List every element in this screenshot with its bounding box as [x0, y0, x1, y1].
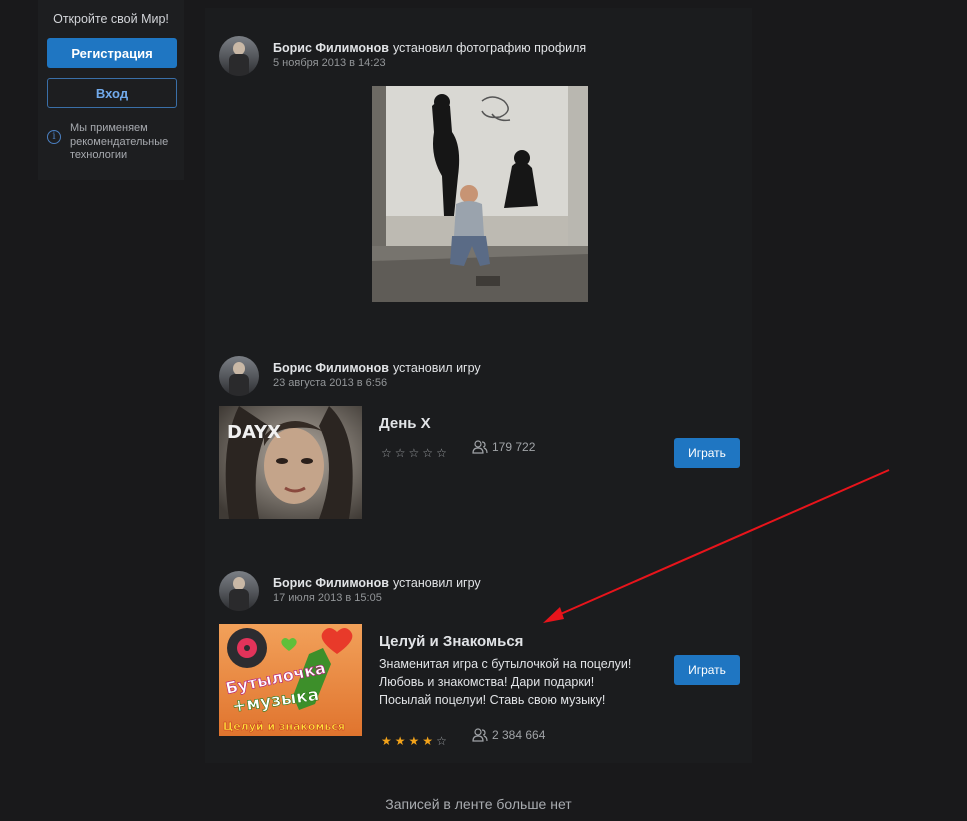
players-value: 179 722: [492, 440, 536, 454]
game-thumb-line3: Целуй и знакомься: [223, 720, 345, 733]
author-name[interactable]: Борис Филимонов: [273, 576, 389, 590]
description-line: Любовь и знакомства! Дари подарки!: [379, 675, 595, 689]
game-thumb-logo: DAYX: [227, 422, 281, 443]
game-title[interactable]: День X: [379, 415, 431, 432]
star-icon[interactable]: ★: [409, 734, 420, 748]
post-header: Борис Филимонов установил игру 23 августа…: [219, 356, 481, 396]
login-button[interactable]: Вход: [47, 78, 177, 108]
avatar[interactable]: [219, 36, 259, 76]
description-line: Посылай поцелуи! Ставь свою музыку!: [379, 693, 606, 707]
star-icon[interactable]: ★: [381, 734, 392, 748]
register-button[interactable]: Регистрация: [47, 38, 177, 68]
rating-stars[interactable]: ☆ ☆ ☆ ☆ ☆: [381, 446, 447, 460]
info-icon[interactable]: i: [47, 130, 61, 144]
avatar[interactable]: [219, 571, 259, 611]
post-date[interactable]: 5 ноября 2013 в 14:23: [273, 57, 586, 69]
players-value: 2 384 664: [492, 728, 546, 742]
post-header: Борис Филимонов установил фотографию проф…: [219, 36, 586, 76]
feed-post-game: Борис Филимонов установил игру 17 июля 20…: [205, 543, 752, 763]
feed-end-message: Записей в ленте больше нет: [385, 796, 572, 812]
users-icon: [472, 728, 488, 742]
star-icon[interactable]: ☆: [422, 446, 433, 460]
rating-stars[interactable]: ★ ★ ★ ★ ☆: [381, 734, 447, 748]
description-line: Знаменитая игра с бутылочкой на поцелуи!: [379, 657, 632, 671]
post-date[interactable]: 17 июля 2013 в 15:05: [273, 592, 481, 604]
sidebar: Откройте свой Мир! Регистрация Вход i Мы…: [38, 0, 184, 180]
players-count: 179 722: [472, 440, 535, 454]
players-count: 2 384 664: [472, 728, 545, 742]
star-icon[interactable]: ☆: [395, 446, 406, 460]
play-button[interactable]: Играть: [674, 655, 740, 685]
feed-post-game: Борис Филимонов установил игру 23 августа…: [205, 328, 752, 543]
users-icon: [472, 440, 488, 454]
post-action: установил фотографию профиля: [392, 41, 587, 55]
feed-post-photo: Борис Филимонов установил фотографию проф…: [205, 8, 752, 328]
star-icon[interactable]: ☆: [436, 446, 447, 460]
author-name[interactable]: Борис Филимонов: [273, 41, 389, 55]
avatar[interactable]: [219, 356, 259, 396]
sidebar-title: Откройте свой Мир!: [53, 12, 169, 26]
recommendation-info: i Мы применяем рекомендательные технолог…: [47, 122, 175, 163]
game-description: Знаменитая игра с бутылочкой на поцелуи!…: [379, 655, 659, 709]
game-title[interactable]: Целуй и Знакомься: [379, 633, 523, 650]
post-date[interactable]: 23 августа 2013 в 6:56: [273, 377, 481, 389]
play-button[interactable]: Играть: [674, 438, 740, 468]
game-thumbnail[interactable]: DAYX: [219, 406, 362, 519]
star-icon[interactable]: ☆: [436, 734, 447, 748]
star-icon[interactable]: ★: [422, 734, 433, 748]
star-icon[interactable]: ☆: [381, 446, 392, 460]
game-thumbnail[interactable]: Бутылочка +музыка Целуй и знакомься: [219, 624, 362, 736]
star-icon[interactable]: ☆: [409, 446, 420, 460]
star-icon[interactable]: ★: [395, 734, 406, 748]
author-name[interactable]: Борис Филимонов: [273, 361, 389, 375]
post-action: установил игру: [392, 361, 481, 375]
info-text: Мы применяем рекомендательные технологии: [70, 122, 169, 161]
post-header: Борис Филимонов установил игру 17 июля 20…: [219, 571, 481, 611]
profile-photo[interactable]: [372, 86, 588, 302]
post-action: установил игру: [392, 576, 481, 590]
